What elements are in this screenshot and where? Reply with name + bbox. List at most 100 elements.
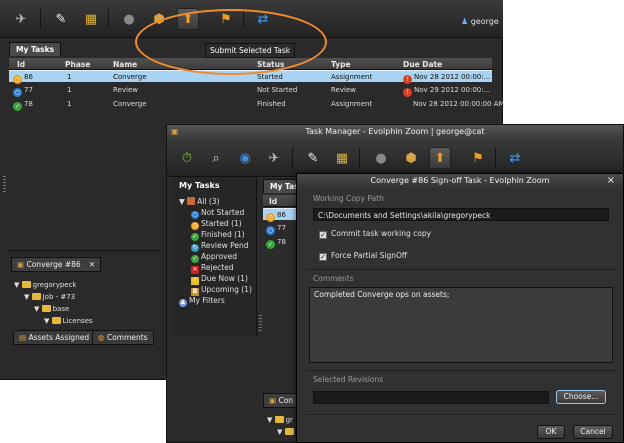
row-name: Review xyxy=(113,86,138,94)
filter-label: All (3) xyxy=(197,197,220,206)
filter-label: Due Now (1) xyxy=(201,274,248,283)
close-icon[interactable]: × xyxy=(607,174,615,188)
filter-finished[interactable]: ✓ Finished (1) xyxy=(191,230,245,241)
disabled-circle-icon[interactable]: ● xyxy=(118,8,140,30)
filter-approved[interactable]: ✓ Approved xyxy=(191,252,237,263)
task-grid-header: Id Phase Name Status Type Due Date xyxy=(9,58,492,70)
row-type: Review xyxy=(331,86,356,94)
not-started-status-icon: ○ xyxy=(266,226,275,235)
filter-my-filters[interactable]: ♟ My Filters xyxy=(179,296,225,307)
filter-all[interactable]: ▼ All (3) xyxy=(179,197,219,206)
filter-label: Approved xyxy=(201,252,237,261)
tab-my-tasks[interactable]: My Tasks xyxy=(9,42,62,56)
overdue-icon: ! xyxy=(403,88,412,97)
tab-label: Comments xyxy=(106,333,148,342)
row-status: Started xyxy=(257,73,283,81)
package-icon[interactable]: ⬢ xyxy=(148,8,170,30)
user-icon: ♟ xyxy=(461,17,469,26)
globe-icon[interactable]: ◉ xyxy=(234,147,256,169)
search-icon[interactable]: ⌕ xyxy=(205,147,227,169)
row-type: Assignment xyxy=(331,100,373,108)
front-titlebar[interactable]: ▣ Task Manager - Evolphin Zoom | george@… xyxy=(167,125,623,139)
working-copy-path-field[interactable]: C:\Documents and Settings\akila\gregoryp… xyxy=(313,208,609,221)
approved-icon: ✓ xyxy=(191,255,199,263)
timer-icon[interactable]: ⏱ xyxy=(176,147,198,169)
tab-converge-86[interactable]: ▣ Converge #86 ✕ xyxy=(11,257,102,272)
col-phase[interactable]: Phase xyxy=(65,60,90,69)
toolbar-separator xyxy=(40,9,41,29)
people-icon: ♟ xyxy=(179,299,187,307)
user-label[interactable]: ♟ george xyxy=(461,17,499,26)
filter-review-pending[interactable]: ↻ Review Pend xyxy=(191,241,249,252)
col-id[interactable]: Id xyxy=(269,197,277,206)
disabled-circle-icon[interactable]: ● xyxy=(370,147,392,169)
dialog-titlebar[interactable]: Converge #86 Sign-off Task - Evolphin Zo… xyxy=(297,174,623,188)
refresh-icon[interactable]: ⇄ xyxy=(252,8,274,30)
tree-label: Licenses xyxy=(62,317,93,325)
comments-textarea[interactable]: Completed Converge ops on assets; xyxy=(309,287,613,363)
tab-comments[interactable]: ◍ Comments xyxy=(92,330,154,345)
submit-task-icon[interactable]: ⬆ xyxy=(177,8,199,30)
presentation-icon[interactable]: ▦ xyxy=(331,147,353,169)
filter-upcoming[interactable]: ◘ Upcoming (1) xyxy=(191,285,252,296)
checkbox-checked-icon: ✓ xyxy=(319,231,327,239)
col-name[interactable]: Name xyxy=(113,60,137,69)
filter-started[interactable]: ◷ Started (1) xyxy=(191,219,242,230)
review-icon: ↻ xyxy=(191,244,199,252)
edit-document-icon[interactable]: ✎ xyxy=(302,147,324,169)
col-id[interactable]: Id xyxy=(17,60,25,69)
tab-converge[interactable]: ▣ Con xyxy=(263,393,300,408)
started-status-icon: ◷ xyxy=(13,75,22,84)
tree-item[interactable]: ▼ Job - #73 xyxy=(24,293,75,301)
presentation-icon[interactable]: ▦ xyxy=(80,8,102,30)
col-due-date[interactable]: Due Date xyxy=(403,60,442,69)
tools-icon[interactable]: ⚑ xyxy=(215,8,237,30)
submit-task-icon[interactable]: ⬆ xyxy=(429,147,451,169)
tools-icon[interactable]: ⚑ xyxy=(467,147,489,169)
tab-assets-assigned[interactable]: ▤ Assets Assigned xyxy=(13,330,96,345)
filter-not-started[interactable]: ○ Not Started xyxy=(191,208,244,219)
tab-label: Con xyxy=(278,396,294,405)
tree-item[interactable]: ▼ Licenses xyxy=(44,317,93,325)
filter-rejected[interactable]: ✕ Rejected xyxy=(191,263,234,274)
row-due: Nov 28 2012 00:00:... xyxy=(414,73,491,81)
toolbar-separator xyxy=(359,148,360,168)
tree-label: base xyxy=(52,305,70,313)
col-type[interactable]: Type xyxy=(331,60,351,69)
package-icon[interactable]: ⬢ xyxy=(400,147,422,169)
tooltip-submit: Submit Selected Task xyxy=(205,43,296,58)
folder-icon xyxy=(21,281,31,288)
tree-item[interactable]: ▼ base xyxy=(34,305,69,313)
row-id: 77 xyxy=(24,86,33,94)
tree-item[interactable]: ▼ xyxy=(277,428,296,436)
folder-icon xyxy=(284,428,294,435)
choose-button[interactable]: Choose... xyxy=(556,390,606,404)
cancel-button[interactable]: Cancel xyxy=(573,425,613,439)
col-status[interactable]: Status xyxy=(257,60,284,69)
filter-label: Started (1) xyxy=(201,219,242,228)
tree-item[interactable]: ▼ gr xyxy=(267,416,293,424)
selected-revisions-field[interactable] xyxy=(313,391,549,404)
not-started-icon: ○ xyxy=(191,211,199,219)
table-row[interactable]: ◷ 86 1 Converge Started Assignment ! Nov 2… xyxy=(9,70,492,84)
close-tab-icon[interactable]: ✕ xyxy=(89,260,95,269)
not-started-status-icon: ○ xyxy=(13,88,22,97)
satellite-icon[interactable]: ✈ xyxy=(263,147,285,169)
splitter-grip[interactable] xyxy=(3,176,6,194)
satellite-icon[interactable]: ✈ xyxy=(10,8,32,30)
edit-document-icon[interactable]: ✎ xyxy=(50,8,72,30)
splitter-grip[interactable] xyxy=(259,315,262,333)
divider xyxy=(305,269,617,270)
folder-icon xyxy=(51,317,61,324)
table-row[interactable]: ✓ 78 1 Converge Finished Assignment Nov 2… xyxy=(9,98,505,111)
filter-due-now[interactable]: ! Due Now (1) xyxy=(191,274,248,285)
task-icon: ▣ xyxy=(269,396,277,405)
filter-label: Upcoming (1) xyxy=(201,285,252,294)
tree-item[interactable]: ▼ gregorypeck xyxy=(14,281,76,289)
refresh-icon[interactable]: ⇄ xyxy=(504,147,526,169)
force-signoff-checkbox[interactable]: ✓ Force Partial SignOff xyxy=(319,251,407,261)
ok-button[interactable]: OK xyxy=(537,425,565,439)
started-status-icon: ◷ xyxy=(266,213,275,222)
commit-checkbox[interactable]: ✓ Commit task working copy xyxy=(319,229,431,239)
table-row[interactable]: ○ 77 1 Review Not Started Review ! Nov 29 … xyxy=(9,84,492,97)
